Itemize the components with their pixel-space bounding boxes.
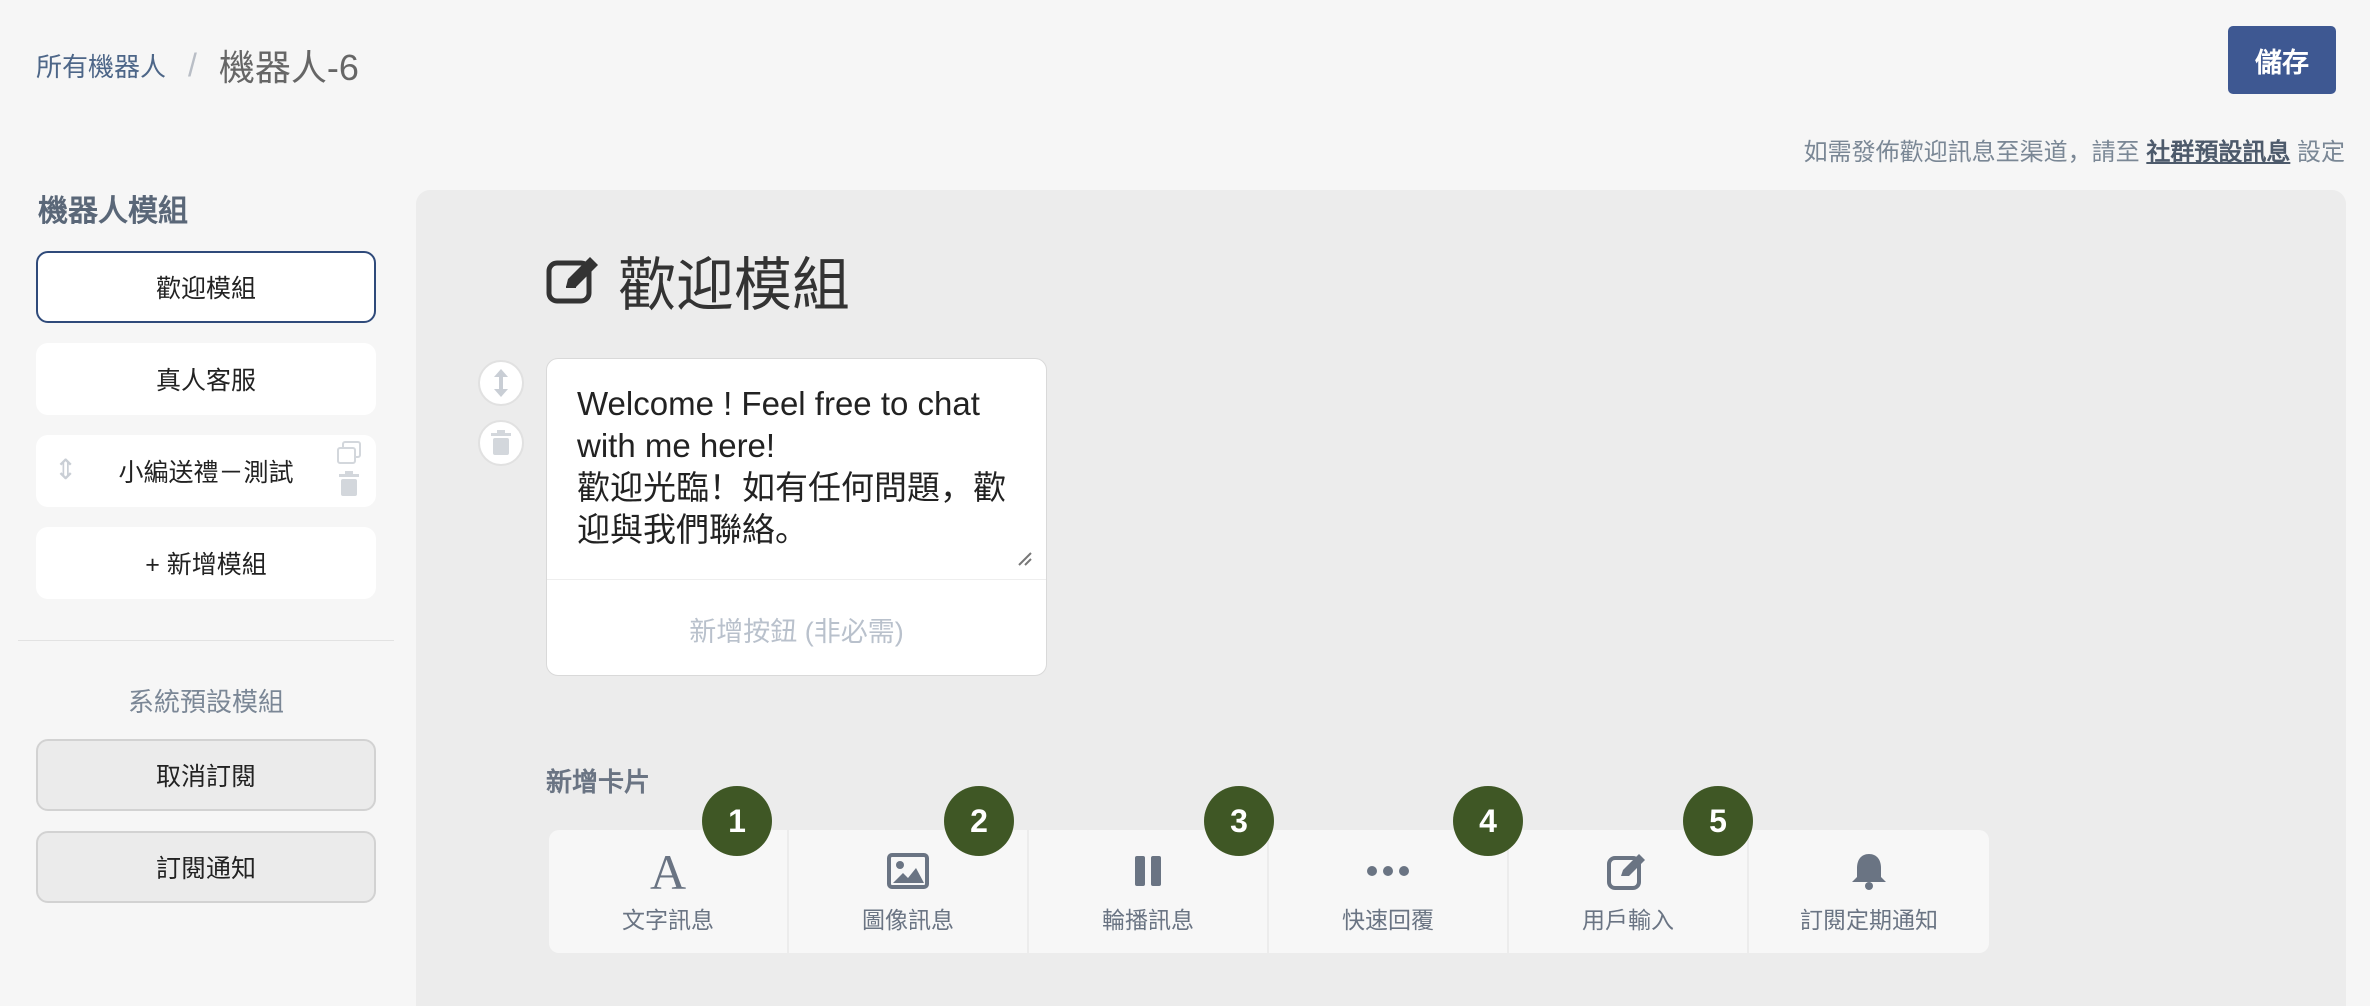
- module-welcome[interactable]: 歡迎模組: [36, 251, 376, 323]
- hint-prefix: 如需發佈歡迎訊息至渠道，請至: [1803, 139, 2147, 166]
- edit-icon: [546, 257, 598, 304]
- module-unsubscribe[interactable]: 取消訂閱: [36, 739, 376, 811]
- module-gift-test[interactable]: ⇕ 小編送禮－測試: [36, 435, 376, 507]
- add-button-optional[interactable]: 新增按鈕 (非必需): [547, 581, 1046, 677]
- hint-suffix: 設定: [2290, 139, 2345, 166]
- step-badge: 5: [1683, 786, 1753, 856]
- trash-icon[interactable]: [336, 471, 362, 497]
- breadcrumb: 所有機器人 / 機器人-6: [36, 40, 359, 90]
- ellipsis-icon: [1366, 847, 1410, 895]
- reorder-card-button[interactable]: [478, 360, 524, 406]
- step-badge: 1: [702, 786, 772, 856]
- card-type-label: 用戶輸入: [1582, 907, 1674, 933]
- card-type-label: 文字訊息: [622, 907, 714, 933]
- broadcast-hint: 如需發佈歡迎訊息至渠道，請至 社群預設訊息 設定: [1804, 132, 2345, 167]
- module-label: 真人客服: [155, 367, 256, 395]
- trash-icon: [491, 430, 511, 455]
- system-modules-title: 系統預設模組: [127, 687, 284, 717]
- message-textarea[interactable]: Welcome ! Feel free to chat with me here…: [577, 383, 1017, 551]
- breadcrumb-separator: /: [188, 46, 197, 83]
- add-card-label: 新增卡片: [546, 767, 651, 797]
- edit-icon: [1607, 847, 1649, 895]
- delete-card-button[interactable]: [478, 420, 524, 466]
- add-module-label: + 新增模組: [145, 551, 267, 579]
- card-type-subscription-notification[interactable]: 訂閱定期通知: [1749, 830, 1989, 953]
- module-label: 歡迎模組: [155, 275, 256, 303]
- drag-handle-icon[interactable]: ⇕: [54, 453, 77, 486]
- card-divider: [547, 579, 1046, 580]
- module-label: 取消訂閱: [155, 763, 256, 791]
- resize-grip-icon[interactable]: [1015, 549, 1033, 567]
- copy-icon[interactable]: [336, 441, 362, 465]
- page-title: 機器人-6: [218, 47, 359, 88]
- card-type-label: 快速回覆: [1342, 907, 1434, 933]
- svg-text:A: A: [650, 849, 686, 893]
- sidebar-title: 機器人模組: [38, 195, 188, 228]
- social-default-message-link[interactable]: 社群預設訊息: [2146, 139, 2290, 166]
- module-label: 訂閱通知: [155, 855, 256, 883]
- module-title-text: 歡迎模組: [618, 253, 851, 318]
- module-title: 歡迎模組: [546, 238, 850, 322]
- module-label: 小編送禮－測試: [118, 459, 294, 487]
- breadcrumb-all-bots-link[interactable]: 所有機器人: [36, 47, 166, 84]
- step-badge: 3: [1204, 786, 1274, 856]
- card-type-label: 圖像訊息: [862, 907, 954, 933]
- card-type-label: 訂閱定期通知: [1800, 907, 1938, 933]
- carousel-icon: [1133, 847, 1163, 895]
- add-module-button[interactable]: + 新增模組: [36, 527, 376, 599]
- image-icon: [887, 847, 929, 895]
- card-type-toolbar: A 文字訊息 圖像訊息 輪播訊息 快速回覆 用戶輸入 訂閱定期通知: [549, 830, 1989, 953]
- module-subscribe-notification[interactable]: 訂閱通知: [36, 831, 376, 903]
- card-type-label: 輪播訊息: [1102, 907, 1194, 933]
- sidebar-divider: [18, 640, 394, 641]
- module-live-agent[interactable]: 真人客服: [36, 343, 376, 415]
- step-badge: 2: [944, 786, 1014, 856]
- step-badge: 4: [1453, 786, 1523, 856]
- text-icon: A: [648, 847, 688, 895]
- bell-icon: [1850, 847, 1888, 895]
- save-button[interactable]: 儲存: [2228, 26, 2336, 94]
- text-message-card: Welcome ! Feel free to chat with me here…: [546, 358, 1047, 676]
- arrows-vertical-icon: [494, 369, 508, 397]
- module-actions: [336, 441, 362, 497]
